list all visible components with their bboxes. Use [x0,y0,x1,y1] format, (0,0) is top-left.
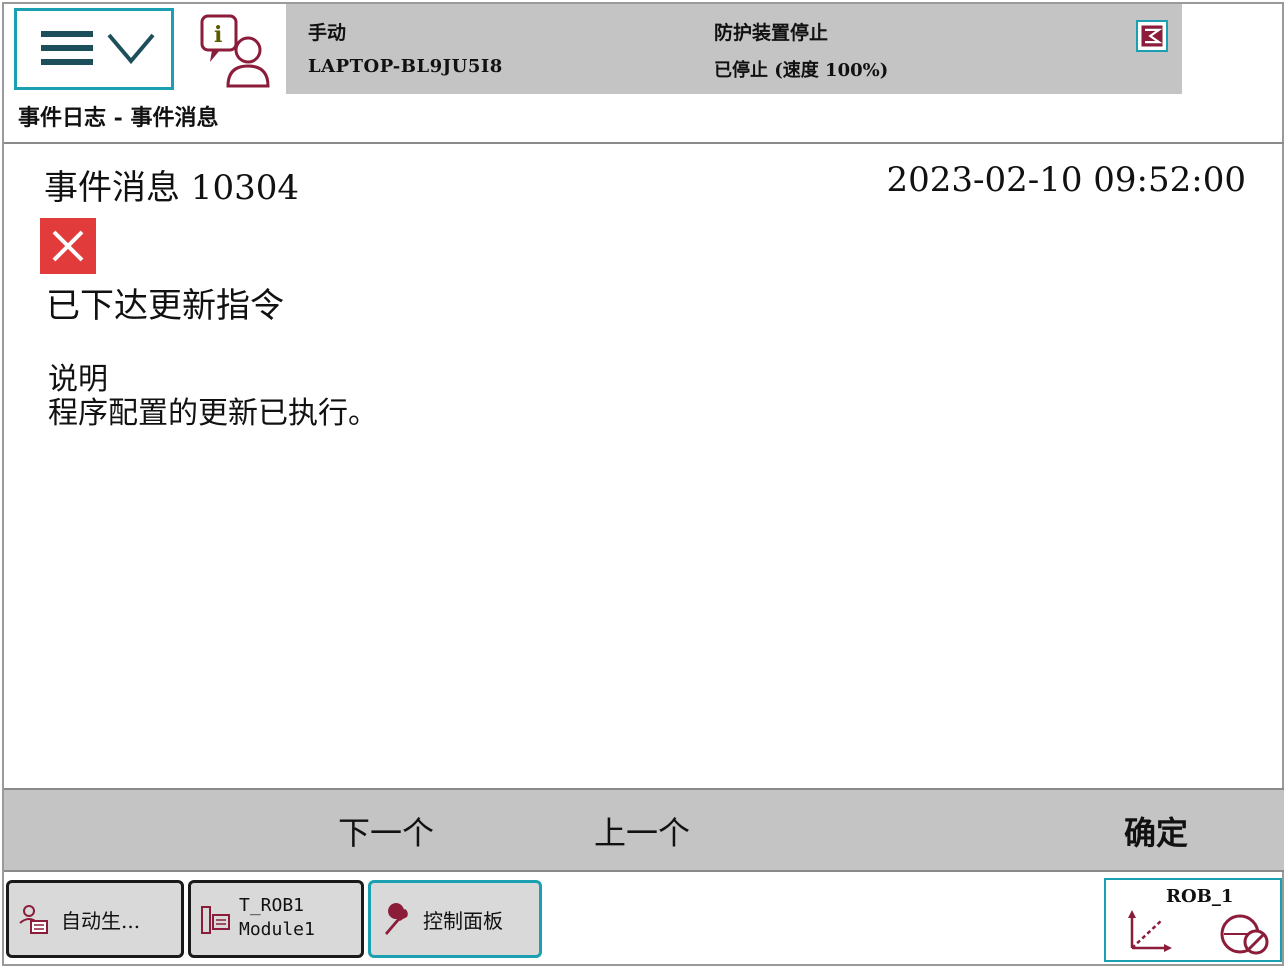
event-timestamp: 2023-02-10 09:52:00 [886,160,1246,200]
robot-label: ROB_1 [1166,886,1234,907]
taskbar-item-label: 控制面板 [423,909,503,933]
run-status: 已停止 (速度 100%) [714,60,889,81]
taskbar-item-label: 自动生... [61,909,141,933]
page-title: 事件日志 - 事件消息 [18,105,219,131]
wrench-icon [385,903,408,935]
next-button[interactable]: 下一个 [338,808,434,854]
event-message: 已下达更新指令 [46,286,284,326]
controller-hostname: LAPTOP-BL9JU5I8 [308,56,503,77]
previous-button[interactable]: 上一个 [594,808,690,854]
divider [4,142,1284,144]
quickset-icon[interactable] [1136,20,1168,52]
operating-mode: 手动 [308,22,347,44]
svg-text:i: i [214,22,222,48]
taskbar-item-auto-production[interactable]: 自动生... [6,880,184,958]
auto-production-icon [19,905,48,934]
taskbar-item-control-panel[interactable]: 控制面板 [368,880,542,958]
motion-locked-icon [1220,914,1269,955]
event-log-info-icon[interactable]: i [196,12,276,90]
taskbar-item-module: Module1 [239,919,315,940]
taskbar-item-task: T_ROB1 [239,895,305,916]
hamburger-icon [41,31,93,71]
program-editor-icon [201,906,230,934]
ok-button[interactable]: 确定 [1124,808,1188,854]
event-title: 事件消息 10304 [44,168,299,208]
guard-status: 防护装置停止 [714,22,829,44]
main-menu-button[interactable] [14,8,174,90]
description-text: 程序配置的更新已执行。 [48,396,378,431]
error-x-icon [40,218,96,274]
status-bar[interactable]: 手动 LAPTOP-BL9JU5I8 防护装置停止 已停止 (速度 100%) [286,4,1182,94]
taskbar-item-program-editor[interactable]: T_ROB1 Module1 [188,880,364,958]
coordinate-axes-icon [1128,910,1172,952]
command-bar: 下一个 上一个 确定 [4,788,1284,872]
chevron-down-icon [107,33,155,65]
robot-status-button[interactable]: ROB_1 [1104,878,1282,962]
